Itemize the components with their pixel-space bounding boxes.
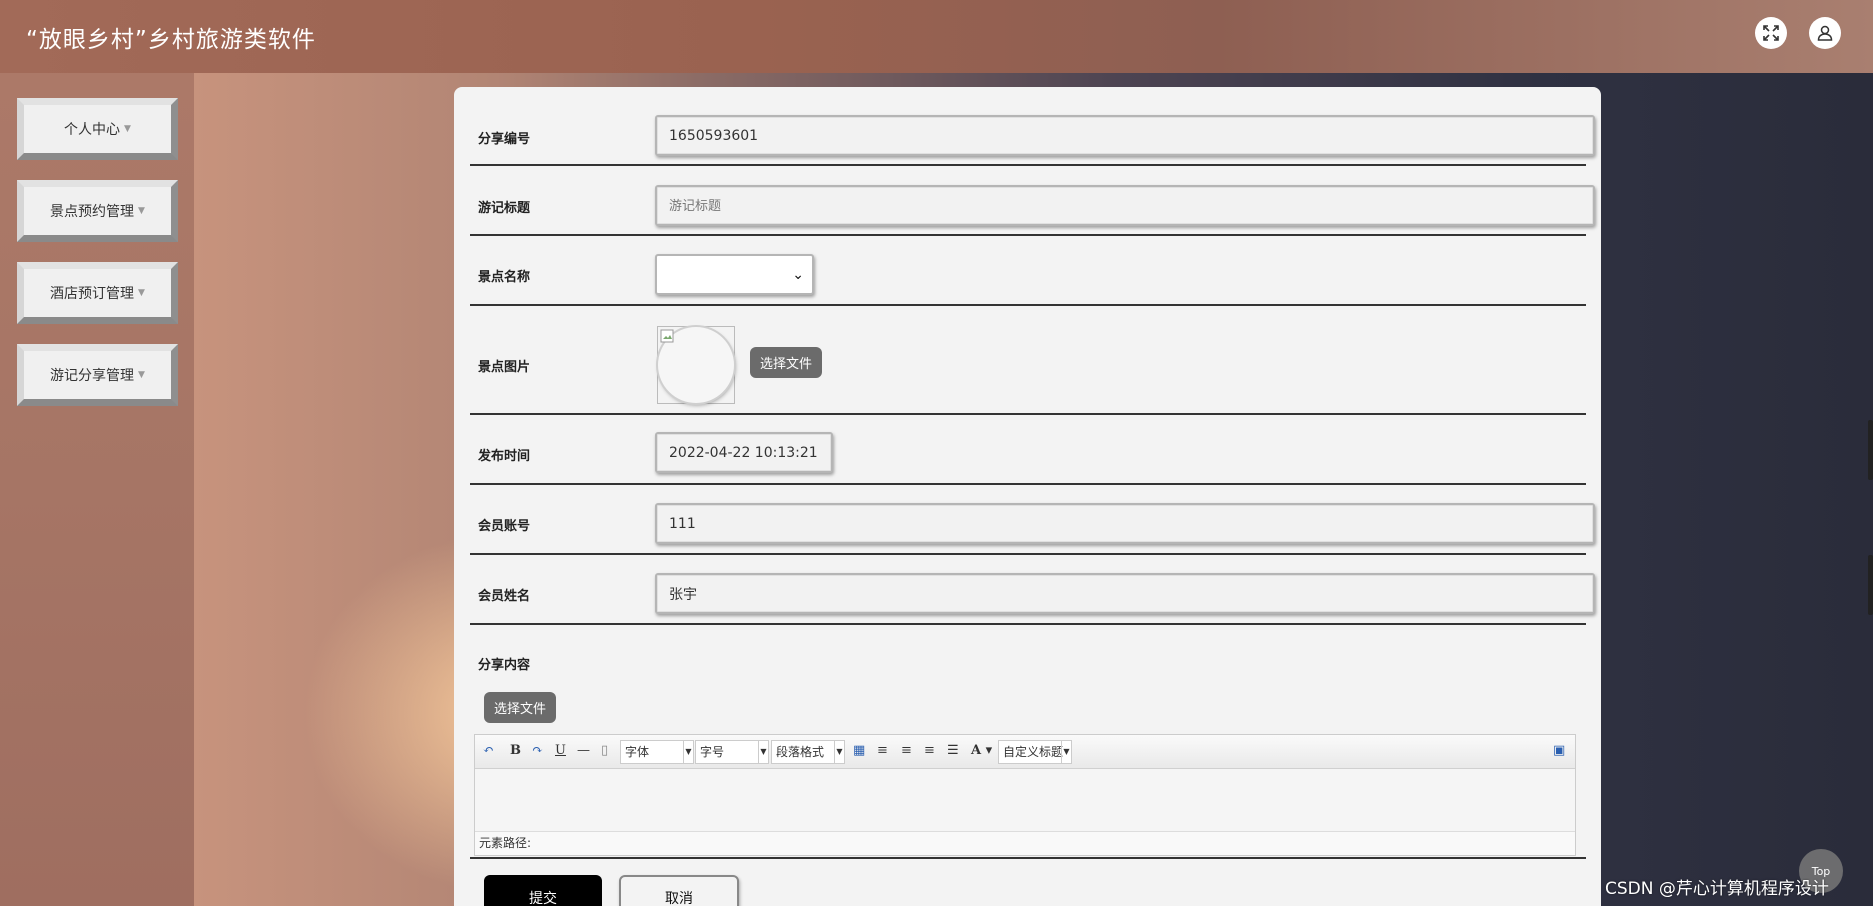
user-button[interactable] bbox=[1809, 17, 1841, 49]
caret-down-icon: ▼ bbox=[138, 288, 145, 298]
member-account-input[interactable] bbox=[655, 503, 1595, 544]
dropdown-arrow-icon: ▼ bbox=[834, 741, 844, 763]
chevron-down-icon: ⌄ bbox=[792, 267, 804, 283]
member-name-input[interactable] bbox=[655, 573, 1595, 614]
dropdown-arrow-icon: ▼ bbox=[683, 741, 693, 763]
share-no-input[interactable] bbox=[655, 115, 1595, 156]
size-combo-label: 字号 bbox=[700, 745, 725, 759]
spot-name-label: 景点名称 bbox=[478, 270, 531, 285]
form-row-member-account: 会员账号 bbox=[470, 485, 1595, 555]
spot-image-label: 景点图片 bbox=[478, 360, 531, 375]
share-no-label: 分享编号 bbox=[478, 132, 531, 147]
sidebar-item-label: 景点预约管理 bbox=[50, 204, 135, 220]
form-row-share-no: 分享编号 bbox=[470, 87, 1595, 166]
bold-icon[interactable]: B bbox=[510, 743, 521, 758]
broken-image-icon bbox=[660, 329, 674, 343]
caret-down-icon: ▼ bbox=[138, 370, 145, 380]
sidebar-item-hotel-booking[interactable]: 酒店预订管理 ▼ bbox=[17, 262, 178, 324]
horizontal-rule-icon[interactable]: — bbox=[577, 743, 590, 758]
align-center-icon[interactable]: ≡ bbox=[924, 743, 935, 758]
table-icon[interactable]: ▦ bbox=[853, 743, 865, 758]
content-label: 分享内容 bbox=[478, 658, 531, 673]
custom-heading-combo-label: 自定义标题 bbox=[1003, 745, 1064, 759]
form-row-member-name: 会员姓名 bbox=[470, 555, 1595, 625]
rich-text-editor: ↶ B ↷ U — ▯ 字体 ▼ 字号 ▼ 段落格式 ▼ ▦ ≡ ≡ ≡ ☰ A… bbox=[474, 734, 1576, 856]
fullscreen-button[interactable] bbox=[1755, 17, 1787, 49]
form-card: 分享编号 游记标题 景点名称 ⌄ 景点图片 选择文件 发布时间 会员账号 bbox=[454, 87, 1601, 906]
dropdown-arrow-icon: ▼ bbox=[1061, 741, 1071, 763]
caret-down-icon: ▼ bbox=[124, 124, 131, 134]
form-row-publish-time: 发布时间 bbox=[470, 415, 1586, 485]
app-title: “放眼乡村”乡村旅游类软件 bbox=[26, 27, 316, 53]
sidebar-item-travel-notes[interactable]: 游记分享管理 ▼ bbox=[17, 344, 178, 406]
sidebar-item-spot-booking[interactable]: 景点预约管理 ▼ bbox=[17, 180, 178, 242]
sidebar-item-label: 游记分享管理 bbox=[50, 368, 135, 384]
size-combo[interactable]: 字号 ▼ bbox=[695, 740, 769, 764]
choose-content-file-button[interactable]: 选择文件 bbox=[484, 692, 557, 723]
watermark: CSDN @芹心计算机程序设计 bbox=[1605, 879, 1829, 899]
scrollbar-thumb[interactable] bbox=[1868, 555, 1873, 615]
editor-toolbar: ↶ B ↷ U — ▯ 字体 ▼ 字号 ▼ 段落格式 ▼ ▦ ≡ ≡ ≡ ☰ A… bbox=[475, 735, 1575, 769]
sidebar: 个人中心 ▼ 景点预约管理 ▼ 酒店预订管理 ▼ 游记分享管理 ▼ bbox=[0, 73, 194, 906]
font-combo-label: 字体 bbox=[625, 745, 650, 759]
custom-heading-combo[interactable]: 自定义标题 ▼ bbox=[998, 740, 1072, 764]
divider bbox=[470, 856, 1586, 859]
undo-icon[interactable]: ↶ bbox=[483, 743, 494, 758]
form-row-spot-image: 景点图片 选择文件 bbox=[470, 306, 1586, 415]
dropdown-arrow-icon: ▼ bbox=[758, 741, 768, 763]
sidebar-item-label: 个人中心 bbox=[64, 122, 121, 138]
align-right-icon[interactable]: ≡ bbox=[901, 743, 912, 758]
spot-name-select[interactable]: ⌄ bbox=[655, 254, 814, 295]
sidebar-item-personal-center[interactable]: 个人中心 ▼ bbox=[17, 98, 178, 160]
preview-icon[interactable]: ▣ bbox=[1553, 743, 1565, 758]
top-header: “放眼乡村”乡村旅游类软件 bbox=[0, 0, 1873, 73]
font-combo[interactable]: 字体 ▼ bbox=[620, 740, 694, 764]
form-row-spot-name: 景点名称 ⌄ bbox=[470, 236, 1586, 306]
cancel-button[interactable]: 取消 bbox=[619, 875, 739, 906]
spot-image-preview bbox=[657, 326, 735, 404]
element-path: 元素路径: bbox=[475, 831, 1575, 855]
justify-icon[interactable]: ☰ bbox=[947, 743, 959, 758]
editor-body[interactable] bbox=[475, 769, 1575, 831]
paste-icon[interactable]: ▯ bbox=[601, 743, 608, 758]
member-account-label: 会员账号 bbox=[478, 519, 531, 534]
publish-time-label: 发布时间 bbox=[478, 449, 531, 464]
form-row-title: 游记标题 bbox=[470, 166, 1595, 236]
underline-icon[interactable]: U bbox=[555, 743, 566, 758]
fullscreen-icon bbox=[1763, 25, 1779, 41]
choose-image-file-button[interactable]: 选择文件 bbox=[750, 347, 823, 378]
paragraph-combo-label: 段落格式 bbox=[776, 745, 825, 759]
redo-icon[interactable]: ↷ bbox=[532, 743, 543, 758]
member-name-label: 会员姓名 bbox=[478, 589, 531, 604]
font-color-icon[interactable]: A ▾ bbox=[971, 743, 992, 758]
scrollbar-thumb[interactable] bbox=[1868, 420, 1873, 480]
align-left-icon[interactable]: ≡ bbox=[877, 743, 888, 758]
user-icon bbox=[1817, 25, 1833, 41]
sidebar-item-label: 酒店预订管理 bbox=[50, 286, 135, 302]
caret-down-icon: ▼ bbox=[138, 206, 145, 216]
title-input[interactable] bbox=[655, 185, 1595, 226]
publish-time-input[interactable] bbox=[655, 432, 833, 473]
paragraph-combo[interactable]: 段落格式 ▼ bbox=[771, 740, 845, 764]
submit-button[interactable]: 提交 bbox=[484, 875, 602, 906]
title-label: 游记标题 bbox=[478, 201, 531, 216]
